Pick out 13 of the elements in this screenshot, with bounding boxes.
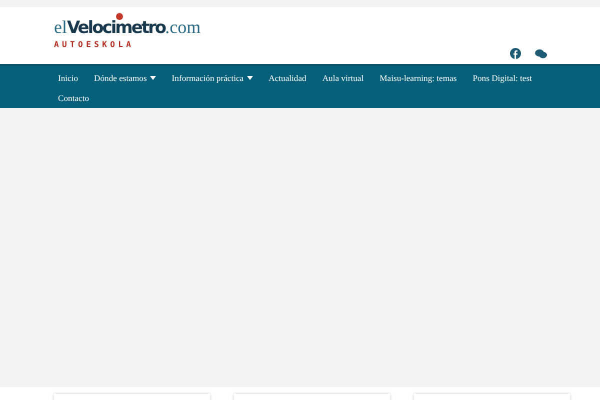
nav-link[interactable]: Aula virtual <box>314 68 372 88</box>
chat-icon[interactable] <box>535 49 547 59</box>
nav-link[interactable]: Pons Digital: test <box>464 68 540 88</box>
nav-link[interactable]: Inicio <box>50 68 86 88</box>
caret-icon <box>246 76 253 80</box>
nav-link[interactable]: Actualidad <box>260 68 314 88</box>
nav-link[interactable]: Dónde estamos <box>86 68 164 88</box>
site-logo[interactable]: elVelocimetro.com AUTOESKOLA <box>54 15 201 51</box>
nav-link[interactable]: Contacto <box>50 88 98 108</box>
facebook-icon[interactable] <box>510 48 521 59</box>
nav-link[interactable]: Maisu-learning: temas <box>372 68 465 88</box>
caret-icon <box>150 76 156 80</box>
nav-link[interactable]: Información práctica <box>164 68 261 88</box>
